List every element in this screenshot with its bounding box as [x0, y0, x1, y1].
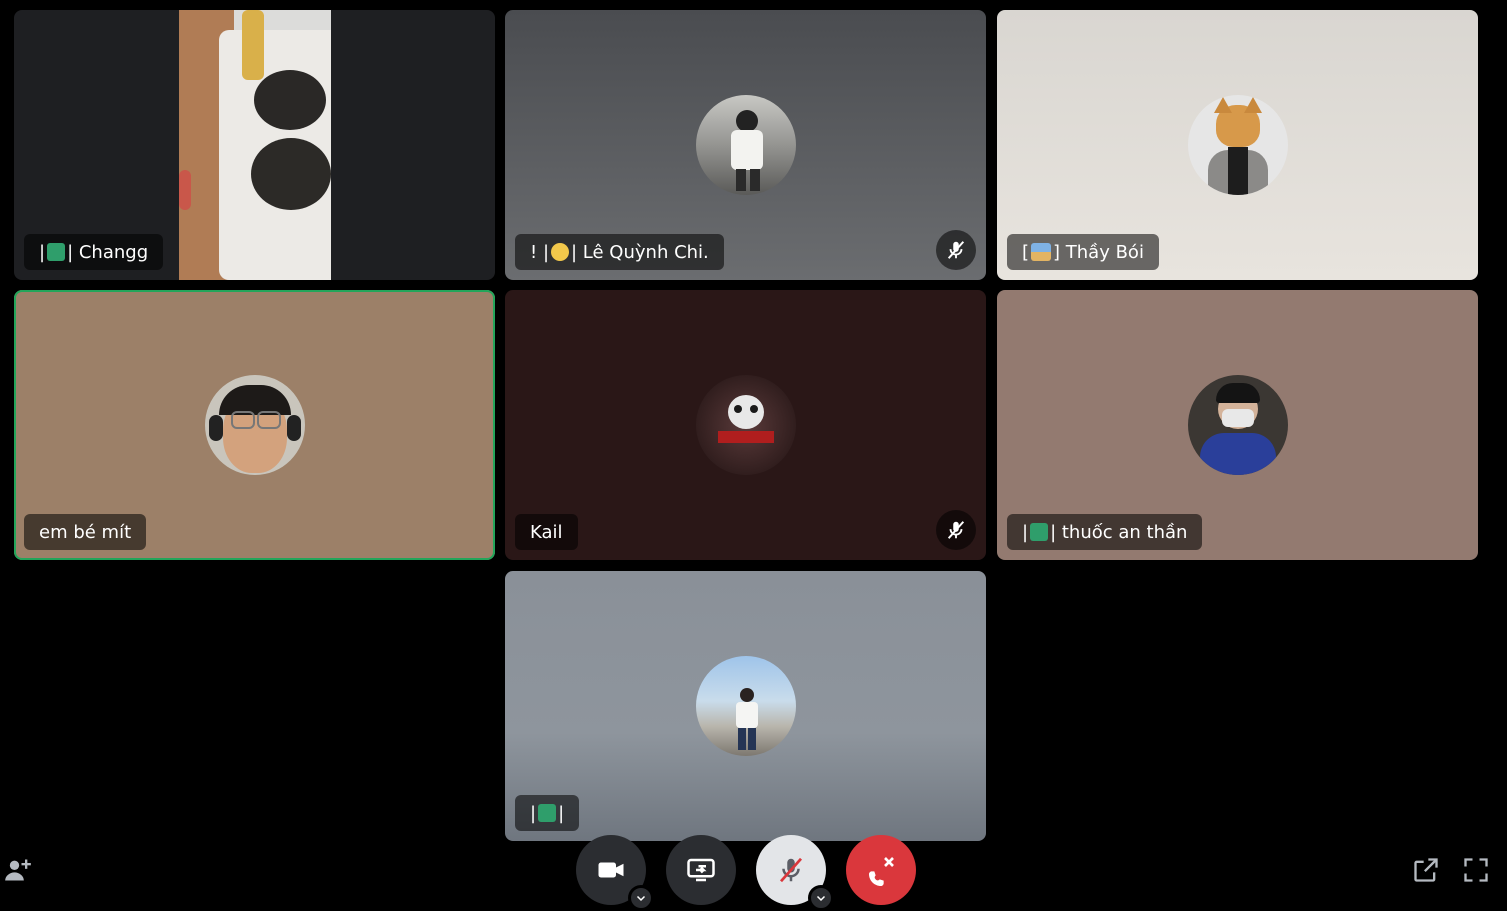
participant-tile-em-be-mit[interactable]: em bé mít	[14, 290, 495, 560]
leave-call-icon	[869, 857, 894, 886]
participant-name-tag: | | thuốc an thần	[1007, 514, 1203, 550]
participant-name-tag: | | Changg	[24, 234, 164, 270]
participant-tile-thuoc-an-than[interactable]: | | thuốc an thần	[997, 290, 1478, 560]
plane-emoji-icon	[538, 804, 557, 822]
picture-emoji-icon	[1031, 243, 1052, 261]
camera-icon	[598, 862, 624, 878]
video-stream	[179, 10, 331, 280]
avatar	[204, 375, 305, 475]
screen-share-icon	[687, 858, 715, 882]
plane-emoji-icon	[47, 243, 66, 261]
participant-tile-le-quynh-chi[interactable]: ! | | Lê Quỳnh Chi.	[505, 10, 986, 280]
participant-name-tag: ! | | Lê Quỳnh Chi.	[515, 234, 724, 270]
participant-name-tag: Kail	[515, 514, 578, 550]
avatar	[1187, 375, 1288, 475]
camera-button[interactable]	[576, 835, 654, 911]
participant-name-tag: [ ] Thầy Bói	[1007, 234, 1159, 270]
camera-options-chevron-icon[interactable]	[628, 885, 654, 911]
avatar	[1187, 95, 1288, 195]
avatar	[695, 375, 796, 475]
plane-emoji-icon	[1030, 523, 1049, 541]
avatar	[695, 656, 796, 756]
mute-button[interactable]	[756, 835, 834, 911]
avatar	[695, 95, 796, 195]
chick-emoji-icon	[551, 243, 570, 261]
participant-tile-unnamed[interactable]: | |	[505, 571, 986, 841]
muted-mic-icon	[936, 510, 976, 550]
participant-name-tag: em bé mít	[24, 514, 147, 550]
leave-call-button[interactable]	[846, 835, 916, 905]
participant-tile-thay-boi[interactable]: [ ] Thầy Bói	[997, 10, 1478, 280]
microphone-muted-icon	[779, 857, 803, 883]
popout-icon[interactable]	[1411, 855, 1441, 885]
mic-options-chevron-icon[interactable]	[808, 885, 834, 911]
participant-name-tag: | |	[515, 795, 580, 831]
participant-tile-changg[interactable]: | | Changg	[14, 10, 495, 280]
screen-share-button[interactable]	[666, 835, 736, 905]
fullscreen-icon[interactable]	[1461, 855, 1491, 885]
muted-mic-icon	[936, 230, 976, 270]
add-user-icon[interactable]	[3, 855, 33, 885]
participant-tile-kail[interactable]: Kail	[505, 290, 986, 560]
